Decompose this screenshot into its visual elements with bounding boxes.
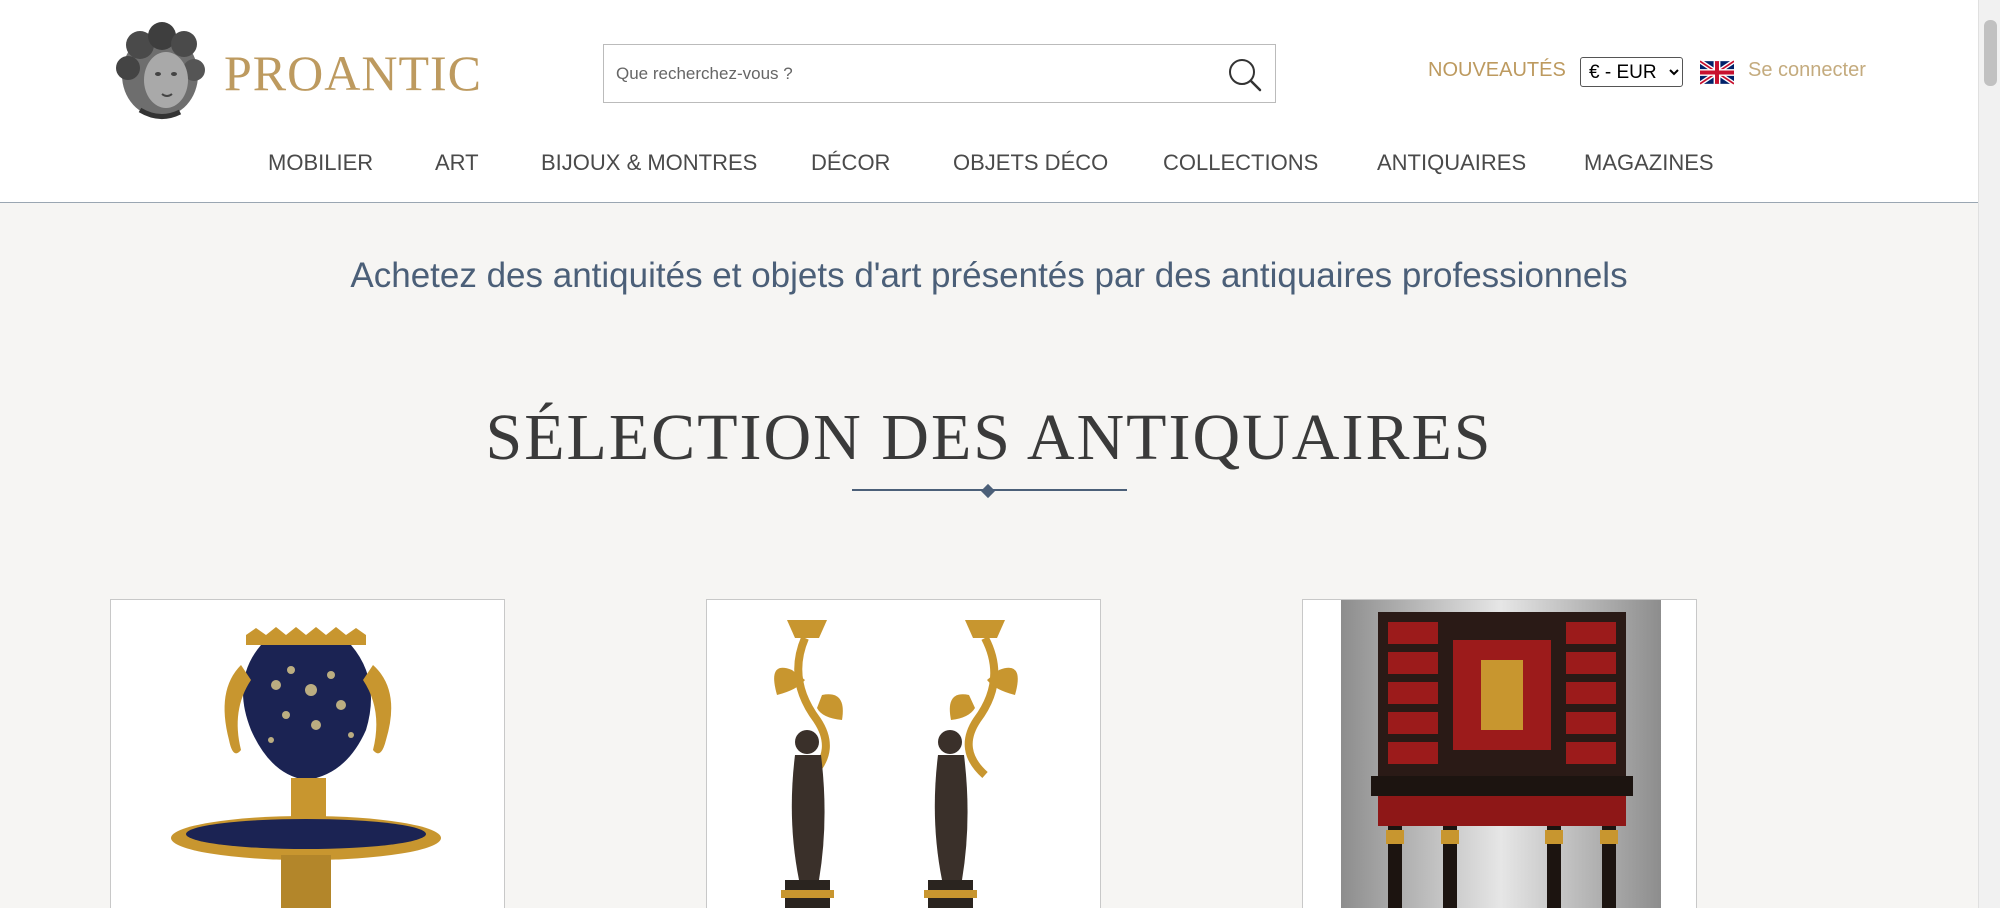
uk-flag-icon[interactable]	[1700, 60, 1734, 85]
page-scrollbar[interactable]	[1978, 0, 2000, 908]
product-image-candelabra	[774, 620, 1018, 908]
nav-item-art[interactable]: ART	[435, 150, 479, 176]
product-card[interactable]	[110, 599, 505, 908]
login-link[interactable]: Se connecter	[1748, 59, 1866, 82]
cherub-head-icon[interactable]	[110, 20, 210, 122]
nav-item-mobilier[interactable]: MOBILIER	[268, 150, 373, 176]
search-bar	[603, 44, 1276, 103]
nav-item-decor[interactable]: DÉCOR	[811, 150, 890, 176]
search-input[interactable]	[604, 45, 1204, 102]
section-title: SÉLECTION DES ANTIQUAIRES	[485, 401, 1493, 474]
nav-item-bijoux-montres[interactable]: BIJOUX & MONTRES	[541, 150, 757, 176]
title-divider-diamond	[980, 483, 996, 499]
product-card[interactable]	[1302, 599, 1697, 908]
currency-select[interactable]: € - EUR	[1580, 57, 1683, 87]
product-card[interactable]	[706, 599, 1101, 908]
nav-item-objets-deco[interactable]: OBJETS DÉCO	[953, 150, 1108, 176]
product-image-vase	[171, 627, 441, 908]
scrollbar-thumb[interactable]	[1984, 20, 1997, 86]
nav-item-magazines[interactable]: MAGAZINES	[1584, 150, 1714, 176]
nav-item-collections[interactable]: COLLECTIONS	[1163, 150, 1318, 176]
search-icon[interactable]	[1225, 55, 1265, 95]
nav-item-antiquaires[interactable]: ANTIQUAIRES	[1377, 150, 1526, 176]
product-image-cabinet	[1341, 600, 1661, 908]
site-header: PROANTIC NOUVEAUTÉS € - EUR Se connecter…	[0, 0, 1978, 203]
nouveautes-link[interactable]: NOUVEAUTÉS	[1428, 59, 1566, 82]
page-tagline: Achetez des antiquités et objets d'art p…	[350, 256, 1628, 295]
site-logo-text[interactable]: PROANTIC	[224, 44, 482, 102]
main-nav: MOBILIER ART BIJOUX & MONTRES DÉCOR OBJE…	[0, 150, 1978, 180]
